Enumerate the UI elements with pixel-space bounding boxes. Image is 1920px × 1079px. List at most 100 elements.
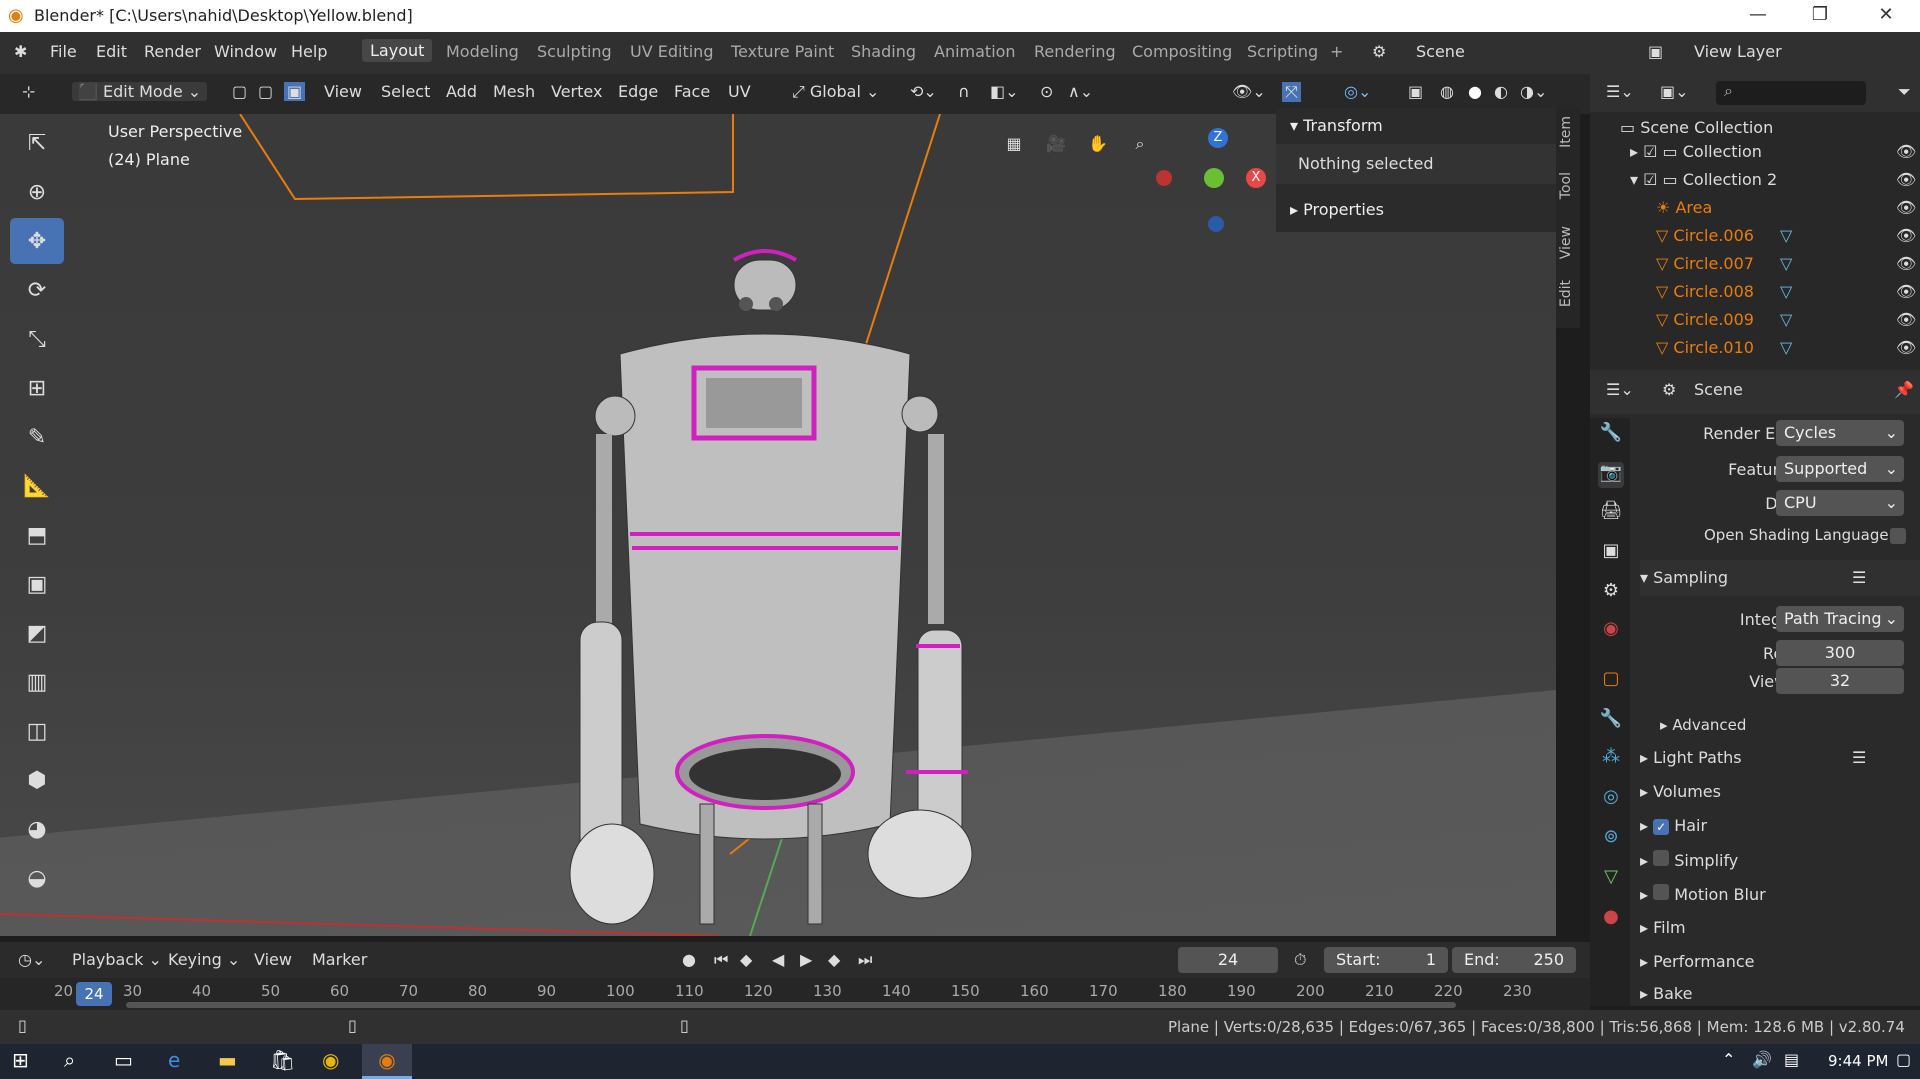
eye-icon[interactable]: 👁 xyxy=(1896,282,1916,301)
mode-selector[interactable]: ⬛ Edit Mode ⌄ xyxy=(72,82,208,101)
falloff-icon[interactable]: ∧⌄ xyxy=(1068,82,1093,101)
neg-x-axis-icon[interactable] xyxy=(1156,170,1172,186)
header-menu-uv[interactable]: UV xyxy=(728,82,751,101)
osl-checkbox[interactable] xyxy=(1890,528,1906,544)
visibility-icon[interactable]: 👁⌄ xyxy=(1232,82,1266,101)
add-workspace-icon[interactable]: + xyxy=(1330,42,1343,61)
physics-tab-icon[interactable]: ◎ xyxy=(1598,786,1624,812)
outliner-item-circle008[interactable]: Circle.008 xyxy=(1673,282,1754,301)
particles-tab-icon[interactable]: ⁂ xyxy=(1598,746,1624,772)
inset-tool-icon[interactable]: ▣ xyxy=(10,561,64,607)
snap-icon[interactable]: ∩ xyxy=(958,82,970,101)
header-menu-face[interactable]: Face xyxy=(674,82,710,101)
header-menu-vertex[interactable]: Vertex xyxy=(551,82,602,101)
xray-icon[interactable]: ▣ xyxy=(1408,82,1423,101)
performance-header[interactable]: Performance xyxy=(1653,952,1754,971)
maximize-button[interactable]: ❐ xyxy=(1792,0,1848,32)
tab-uv-editing[interactable]: UV Editing xyxy=(630,42,713,61)
notifications-icon[interactable]: ▢ xyxy=(1896,1050,1911,1069)
timeline-menu-marker[interactable]: Marker xyxy=(312,950,367,969)
pan-view-icon[interactable]: ✋ xyxy=(1080,126,1116,162)
pivot-icon[interactable]: ⟲⌄ xyxy=(910,82,937,101)
next-keyframe-icon[interactable]: ◆ xyxy=(828,950,840,969)
chrome-icon[interactable]: ◉ xyxy=(322,1048,339,1072)
language-icon[interactable]: ▤ xyxy=(1784,1050,1799,1069)
header-menu-mesh[interactable]: Mesh xyxy=(493,82,535,101)
record-icon[interactable]: ● xyxy=(682,950,696,969)
tab-scripting[interactable]: Scripting xyxy=(1247,42,1318,61)
start-frame-field[interactable]: Start: 1 xyxy=(1324,947,1448,973)
vertex-select-icon[interactable]: ▢ xyxy=(232,82,247,101)
timeline-menu-keying[interactable]: Keying ⌄ xyxy=(168,950,240,969)
prev-keyframe-icon[interactable]: ◆ xyxy=(740,950,752,969)
header-menu-edge[interactable]: Edge xyxy=(618,82,658,101)
material-shading-icon[interactable]: ◐ xyxy=(1494,82,1508,101)
poly-build-tool-icon[interactable]: ⬢ xyxy=(10,757,64,803)
view-layer-selector[interactable]: View Layer xyxy=(1694,42,1782,61)
current-frame-field[interactable]: 24 xyxy=(1178,947,1278,973)
eye-icon[interactable]: 👁 xyxy=(1896,254,1916,273)
y-axis-icon[interactable] xyxy=(1204,168,1224,188)
motion-blur-checkbox[interactable] xyxy=(1653,884,1670,900)
tab-view[interactable]: View xyxy=(1558,226,1574,259)
proportional-edit-icon[interactable]: ⊙ xyxy=(1040,82,1053,101)
smooth-tool-icon[interactable]: ◒ xyxy=(10,855,64,901)
grid-view-icon[interactable]: ▦ xyxy=(996,126,1032,162)
scene-selector[interactable]: Scene xyxy=(1416,42,1465,61)
world-tab-icon[interactable]: ◉ xyxy=(1598,618,1624,644)
menu-edit[interactable]: Edit xyxy=(96,42,127,61)
measure-tool-icon[interactable]: 📐 xyxy=(10,463,64,509)
play-reverse-icon[interactable]: ◀ xyxy=(772,950,784,969)
simplify-checkbox[interactable] xyxy=(1653,850,1670,866)
rendered-shading-icon[interactable]: ◑⌄ xyxy=(1520,82,1547,101)
edge-browser-icon[interactable]: e xyxy=(168,1048,180,1072)
blender-menu-icon[interactable]: ✱ xyxy=(14,42,27,61)
tool-tab-icon[interactable]: 🔧 xyxy=(1598,422,1624,448)
simplify-header[interactable]: Simplify xyxy=(1674,851,1738,870)
material-tab-icon[interactable]: ● xyxy=(1598,906,1624,932)
tab-shading[interactable]: Shading xyxy=(851,42,916,61)
outliner-item-circle006[interactable]: Circle.006 xyxy=(1673,226,1754,245)
bake-header[interactable]: Bake xyxy=(1653,984,1692,1003)
eye-icon[interactable]: 👁 xyxy=(1896,310,1916,329)
light-paths-presets-icon[interactable]: ☰ xyxy=(1852,748,1866,767)
rotate-tool-icon[interactable]: ⟳ xyxy=(10,267,64,313)
eye-icon[interactable]: 👁 xyxy=(1896,198,1916,217)
light-paths-header[interactable]: Light Paths xyxy=(1653,748,1742,767)
viewport-samples-field[interactable]: 32 xyxy=(1776,668,1904,694)
hair-checkbox[interactable]: ✓ xyxy=(1653,819,1670,835)
tab-modeling[interactable]: Modeling xyxy=(446,42,519,61)
orientation-selector[interactable]: ⤢ Global ⌄ xyxy=(792,82,879,102)
current-frame-indicator[interactable]: 24 xyxy=(76,982,112,1006)
scene-icon[interactable]: ⚙ xyxy=(1372,42,1386,61)
jump-end-icon[interactable]: ⏭ xyxy=(858,950,872,970)
end-frame-field[interactable]: End: 250 xyxy=(1452,947,1576,973)
outliner-item-area[interactable]: Area xyxy=(1675,198,1712,217)
tab-rendering[interactable]: Rendering xyxy=(1034,42,1116,61)
sampling-header[interactable]: Sampling xyxy=(1653,568,1728,587)
menu-window[interactable]: Window xyxy=(214,42,277,61)
eye-icon[interactable]: 👁 xyxy=(1896,142,1916,161)
eye-icon[interactable]: 👁 xyxy=(1896,338,1916,357)
scale-tool-icon[interactable]: ⤡ xyxy=(10,316,64,362)
zoom-view-icon[interactable]: ⌕ xyxy=(1122,126,1158,162)
move-tool-icon[interactable]: ✥ xyxy=(10,218,64,264)
object-tab-icon[interactable]: ▢ xyxy=(1598,668,1624,694)
overlay-icon[interactable]: ◎⌄ xyxy=(1344,82,1371,101)
menu-file[interactable]: File xyxy=(50,42,77,61)
properties-editor-icon[interactable]: ☰⌄ xyxy=(1606,380,1634,399)
eye-icon[interactable]: 👁 xyxy=(1896,170,1916,189)
loop-cut-tool-icon[interactable]: ▥ xyxy=(10,659,64,705)
eye-icon[interactable]: 👁 xyxy=(1896,226,1916,245)
outliner-search-input[interactable]: ⌕ xyxy=(1716,81,1866,105)
render-samples-field[interactable]: 300 xyxy=(1776,640,1904,666)
outliner-item-circle007[interactable]: Circle.007 xyxy=(1673,254,1754,273)
windows-start-icon[interactable]: ⊞ xyxy=(12,1048,29,1072)
view-layer-tab-icon[interactable]: ▣ xyxy=(1598,540,1624,566)
camera-view-icon[interactable]: 🎥 xyxy=(1038,126,1074,162)
knife-tool-icon[interactable]: ◫ xyxy=(10,708,64,754)
filter-icon[interactable]: ⏷ xyxy=(1898,82,1911,102)
select-tool-icon[interactable]: ⇱ xyxy=(10,120,64,166)
tab-edit[interactable]: Edit xyxy=(1558,280,1574,307)
menu-help[interactable]: Help xyxy=(291,42,327,61)
